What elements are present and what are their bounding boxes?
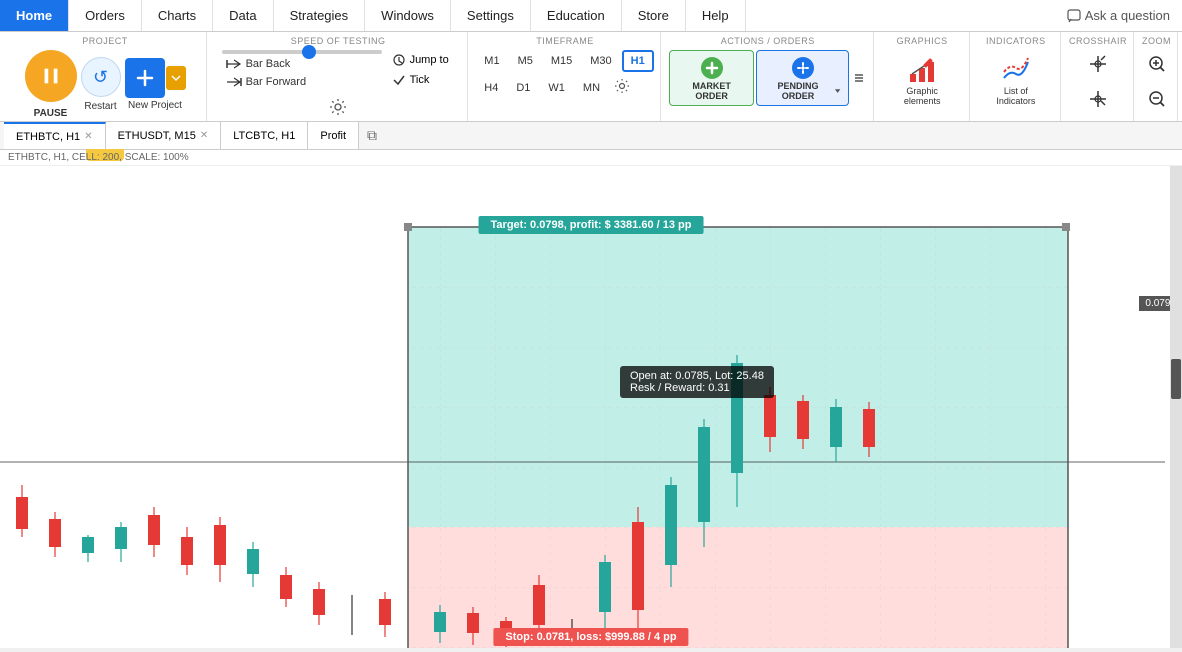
restart-button[interactable]: ↺: [81, 57, 121, 97]
crosshair-group: CROSSHAIR: [1063, 32, 1134, 121]
chart-settings-button[interactable]: [610, 74, 634, 101]
zoom-label: ZOOM: [1142, 36, 1171, 46]
nav-data[interactable]: Data: [213, 0, 273, 31]
project-group: PROJECT PAUSE ↺ Restart: [4, 32, 207, 121]
close-tab-ethbtc[interactable]: ✕: [84, 131, 92, 142]
close-tab-ethusdt[interactable]: ✕: [200, 130, 208, 141]
graphics-label: GRAPHICS: [897, 36, 948, 46]
tooltip-line2: Resk / Reward: 0.31: [630, 382, 764, 394]
chart-area: Target: 0.0798, profit: $ 3381.60 / 13 p…: [0, 166, 1182, 648]
tf-m30[interactable]: M30: [582, 50, 619, 72]
crosshair-label: CROSSHAIR: [1069, 36, 1127, 46]
indicators-label: INDICATORS: [986, 36, 1046, 46]
chart-scrollbar[interactable]: [1170, 166, 1182, 648]
new-project-label: New Project: [128, 100, 182, 111]
bar-forward-button[interactable]: Bar Forward: [222, 74, 382, 90]
nav-help[interactable]: Help: [686, 0, 746, 31]
timeframe-group: TIMEFRAME M1 M5 M15 M30 H1 H4 D1 W1 MN: [470, 32, 660, 121]
pop-out-button[interactable]: ⧉: [359, 123, 385, 148]
bar-back-button[interactable]: Bar Back: [222, 56, 382, 72]
actions-label: ACTIONS / ORDERS: [721, 36, 815, 46]
nav-education[interactable]: Education: [531, 0, 622, 31]
crosshair-button[interactable]: [1084, 50, 1112, 81]
tf-m5[interactable]: M5: [510, 50, 541, 72]
chart-tab-profit[interactable]: Profit: [308, 122, 359, 149]
nav-settings[interactable]: Settings: [451, 0, 531, 31]
nav-windows[interactable]: Windows: [365, 0, 451, 31]
nav-store[interactable]: Store: [622, 0, 686, 31]
indicators-group: INDICATORS List of Indicators: [972, 32, 1061, 121]
speed-group: SPEED OF TESTING Bar Back Bar Forward Ju…: [209, 32, 468, 121]
tf-h1[interactable]: H1: [622, 50, 654, 72]
save-dropdown-button[interactable]: [166, 66, 186, 90]
tick-button[interactable]: Tick: [386, 71, 455, 89]
list-of-indicators-button[interactable]: List of Indicators: [978, 50, 1054, 110]
actions-group: ACTIONS / ORDERS MARKET ORDER PENDING OR…: [663, 32, 874, 121]
tooltip-line1: Open at: 0.0785, Lot: 25.48: [630, 370, 764, 382]
target-label: Target: 0.0798, profit: $ 3381.60 / 13 p…: [479, 216, 704, 234]
nav-home[interactable]: Home: [0, 0, 69, 31]
scrollbar-thumb[interactable]: [1171, 359, 1181, 399]
tf-w1[interactable]: W1: [540, 78, 573, 98]
pause-label: PAUSE: [34, 108, 68, 119]
trade-tooltip: Open at: 0.0785, Lot: 25.48 Resk / Rewar…: [620, 366, 774, 398]
chart-info-bar: ETHBTC, H1, CELL: 200, SCALE: 100%: [0, 150, 1182, 166]
chart-tab-ethusdt[interactable]: ETHUSDT, M15 ✕: [106, 122, 222, 149]
nav-orders[interactable]: Orders: [69, 0, 142, 31]
nav-charts[interactable]: Charts: [142, 0, 213, 31]
ask-question-btn[interactable]: Ask a question: [1055, 0, 1182, 31]
tf-h4[interactable]: H4: [476, 78, 506, 98]
zoom-out-button[interactable]: [1143, 85, 1171, 116]
chart-tabs: ETHBTC, H1 ✕ ETHUSDT, M15 ✕ LTCBTC, H1 P…: [0, 122, 1182, 150]
tf-m1[interactable]: M1: [476, 50, 507, 72]
chart-tab-ltcbtc[interactable]: LTCBTC, H1: [221, 122, 308, 149]
chart-tab-ethbtc[interactable]: ETHBTC, H1 ✕: [4, 122, 106, 149]
pause-button[interactable]: [25, 50, 77, 102]
crosshair-move-button[interactable]: [1084, 85, 1112, 116]
testing-settings-button[interactable]: [325, 94, 351, 123]
zoom-group: ZOOM: [1136, 32, 1178, 121]
tf-d1[interactable]: D1: [508, 78, 538, 98]
project-label: PROJECT: [82, 36, 128, 46]
speed-slider[interactable]: [222, 50, 382, 54]
candlestick-chart: [0, 166, 1182, 648]
zoom-in-button[interactable]: [1143, 50, 1171, 81]
stop-label: Stop: 0.0781, loss: $999.88 / 4 pp: [493, 628, 688, 646]
tf-mn[interactable]: MN: [575, 78, 608, 98]
jump-to-button[interactable]: Jump to: [386, 51, 455, 69]
toolbar: PROJECT PAUSE ↺ Restart: [0, 32, 1182, 122]
bar-nav: Bar Back Bar Forward: [222, 50, 382, 90]
restart-label: Restart: [84, 101, 116, 112]
graphics-group: GRAPHICS Graphic elements: [876, 32, 970, 121]
timeframe-label: TIMEFRAME: [536, 36, 594, 46]
nav-bar: Home Orders Charts Data Strategies Windo…: [0, 0, 1182, 32]
graphic-elements-button[interactable]: Graphic elements: [882, 50, 963, 110]
pending-order-button[interactable]: PENDING ORDER: [756, 50, 848, 106]
orders-dropdown-button[interactable]: [851, 70, 867, 86]
nav-strategies[interactable]: Strategies: [274, 0, 366, 31]
jump-tick-group: Jump to Tick: [386, 51, 455, 89]
tf-m15[interactable]: M15: [543, 50, 580, 72]
market-order-button[interactable]: MARKET ORDER: [669, 50, 755, 106]
new-project-icon[interactable]: [125, 58, 165, 98]
